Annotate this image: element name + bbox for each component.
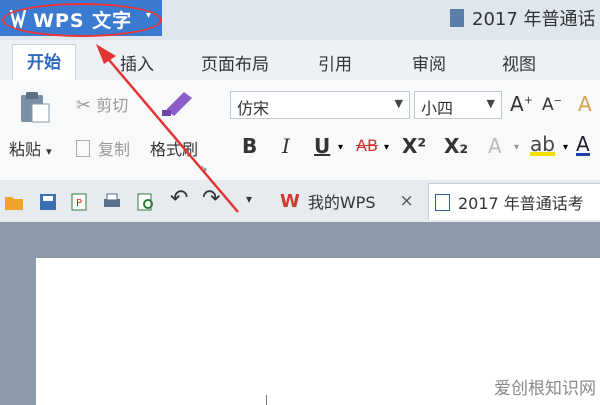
annotation-arrow [96,44,239,213]
